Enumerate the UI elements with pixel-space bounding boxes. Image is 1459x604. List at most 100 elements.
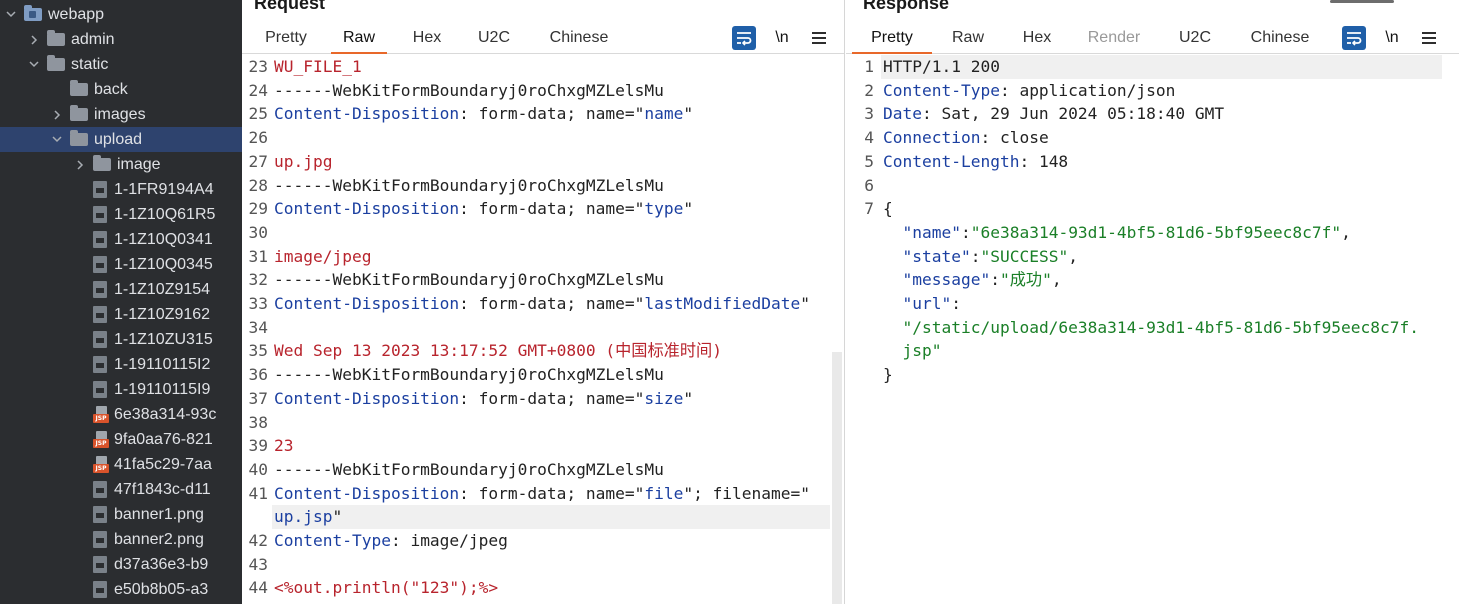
menu-icon[interactable] — [807, 26, 831, 50]
code-line: 45 ------WebKitFormBoundaryj0roChxgMZLels… — [242, 600, 844, 604]
tree-item[interactable]: 1-1Z10Q61R5 — [0, 202, 242, 227]
code-line: 33 Content-Disposition: form-data; name="… — [242, 292, 844, 316]
tree-item[interactable]: JSP 41fa5c29-7aa — [0, 452, 242, 477]
wrap-icon — [1347, 32, 1362, 46]
response-tab-hex[interactable]: Hex — [1016, 26, 1058, 54]
request-editor[interactable]: 23 WU_FILE_1 24 ------WebKitFormBoundaryj0r… — [242, 55, 844, 604]
tree-item[interactable]: d37a36e3-b9 — [0, 552, 242, 577]
tree-item[interactable]: webapp — [0, 2, 242, 27]
code-line: 24 ------WebKitFormBoundaryj0roChxgMZLels… — [242, 79, 844, 103]
tree-item[interactable]: JSP 6e38a314-93c — [0, 402, 242, 427]
code-line: up.jsp" — [272, 505, 830, 529]
response-tab-render[interactable]: Render — [1084, 26, 1144, 54]
tree-item[interactable]: 1-1Z10ZU315 — [0, 327, 242, 352]
word-wrap-button[interactable] — [1342, 26, 1366, 50]
tree-item[interactable]: static — [0, 52, 242, 77]
code-text: 23 — [274, 434, 294, 458]
response-pane: Response Pretty Raw Hex Render U2C Chine… — [846, 0, 1459, 604]
code-token: Wed Sep 13 2023 13:17:52 GMT+0800 (中国标准时… — [274, 341, 722, 361]
tree-item-label: 47f1843c-d11 — [114, 480, 211, 498]
code-token: : image/jpeg — [390, 531, 508, 550]
code-token: up.jpg — [274, 151, 333, 171]
jsp-file-icon: JSP — [93, 431, 109, 448]
tree-item[interactable]: 1-1Z10Z9154 — [0, 277, 242, 302]
tree-item[interactable]: 1-19110115I9 — [0, 377, 242, 402]
code-token: : 148 — [1019, 151, 1069, 171]
tree-item[interactable]: 1-1Z10Z9162 — [0, 302, 242, 327]
chevron-down-icon[interactable] — [27, 52, 41, 77]
line-number: 27 — [248, 151, 269, 171]
code-token: jsp" — [902, 341, 942, 361]
layout-toggle[interactable] — [1330, 0, 1394, 3]
file-icon — [93, 281, 107, 298]
tree-item[interactable]: back — [0, 77, 242, 102]
tree-item[interactable]: banner2.png — [0, 527, 242, 552]
code-token: "6e38a314-93d1-4bf5-81d6-5bf95eec8c7f" — [970, 222, 1342, 242]
code-text: ------WebKitFormBoundaryj0roChxgMZLelsMu — [274, 268, 664, 292]
tree-item[interactable]: 1-19110115I2 — [0, 352, 242, 377]
response-editor[interactable]: 1 HTTP/1.1 200 2 Content-Type: application/… — [846, 55, 1459, 604]
code-token: } — [883, 365, 893, 385]
word-wrap-button[interactable] — [732, 26, 756, 50]
tree-item-label: banner2.png — [114, 530, 204, 548]
response-tab-u2c[interactable]: U2C — [1174, 26, 1216, 54]
file-icon — [93, 356, 107, 373]
code-text: up.jpg — [274, 150, 332, 174]
tree-item-label: 1-1Z10Q0341 — [114, 230, 213, 248]
request-tab-raw[interactable]: Raw — [331, 26, 387, 54]
code-line: 7{ — [846, 197, 1459, 221]
code-token: Content-Disposition — [274, 388, 460, 408]
request-tab-pretty[interactable]: Pretty — [261, 26, 311, 54]
tree-item[interactable]: 1-1Z10Q0345 — [0, 252, 242, 277]
tree-item[interactable]: admin — [0, 27, 242, 52]
response-tab-raw[interactable]: Raw — [946, 26, 990, 54]
line-number: 23 — [248, 57, 269, 76]
request-tab-hex[interactable]: Hex — [407, 26, 447, 54]
line-number: 30 — [248, 222, 269, 242]
tree-item[interactable]: images — [0, 102, 242, 127]
tree-item[interactable]: image — [0, 152, 242, 177]
chevron-down-icon[interactable] — [50, 127, 64, 152]
tree-item[interactable]: banner1.png — [0, 502, 242, 527]
code-token: HTTP/1.1 200 — [883, 57, 1000, 76]
response-tab-chinese[interactable]: Chinese — [1246, 26, 1314, 54]
request-tab-u2c[interactable]: U2C — [473, 26, 515, 54]
chevron-right-icon[interactable] — [50, 102, 64, 127]
file-icon — [93, 331, 107, 348]
code-token: file — [644, 483, 684, 503]
tree-item[interactable]: 1-1Z10Q0341 — [0, 227, 242, 252]
menu-icon[interactable] — [1417, 26, 1441, 50]
response-tab-pretty[interactable]: Pretty — [852, 26, 932, 54]
tree-item[interactable]: e50b8b05-a3 — [0, 577, 242, 602]
code-token: Connection — [883, 128, 981, 148]
line-number: 25 — [248, 104, 269, 124]
code-token: , — [1068, 246, 1078, 266]
newline-toggle[interactable]: \n — [770, 26, 794, 50]
tree-item[interactable]: 47f1843c-d11 — [0, 477, 242, 502]
code-line: 23 WU_FILE_1 — [242, 55, 844, 79]
line-number: 40 — [248, 459, 269, 479]
tree-item[interactable]: 1-1FR9194A4 — [0, 177, 242, 202]
chevron-right-icon[interactable] — [73, 152, 87, 177]
code-line: 36 ------WebKitFormBoundaryj0roChxgMZLels… — [242, 363, 844, 387]
code-token: name — [644, 104, 684, 124]
folder-icon — [70, 130, 88, 146]
code-line: "name":"6e38a314-93d1-4bf5-81d6-5bf95eec… — [846, 221, 1459, 245]
chevron-down-icon[interactable] — [4, 2, 18, 27]
request-scrollbar[interactable] — [832, 352, 842, 604]
line-number: 28 — [248, 175, 269, 195]
code-token: "SUCCESS" — [980, 246, 1069, 266]
line-number: 38 — [248, 412, 269, 432]
request-tab-chinese[interactable]: Chinese — [545, 26, 613, 54]
newline-toggle[interactable]: \n — [1380, 26, 1404, 50]
file-icon — [93, 256, 107, 273]
file-icon — [93, 581, 107, 598]
chevron-right-icon[interactable] — [27, 27, 41, 52]
code-text: ------WebKitFormBoundaryj0roChxgMZLelsMu — [274, 174, 664, 198]
code-token: : — [990, 270, 1000, 290]
tree-item[interactable]: JSP 9fa0aa76-821 — [0, 427, 242, 452]
tree-item[interactable]: upload — [0, 127, 242, 152]
